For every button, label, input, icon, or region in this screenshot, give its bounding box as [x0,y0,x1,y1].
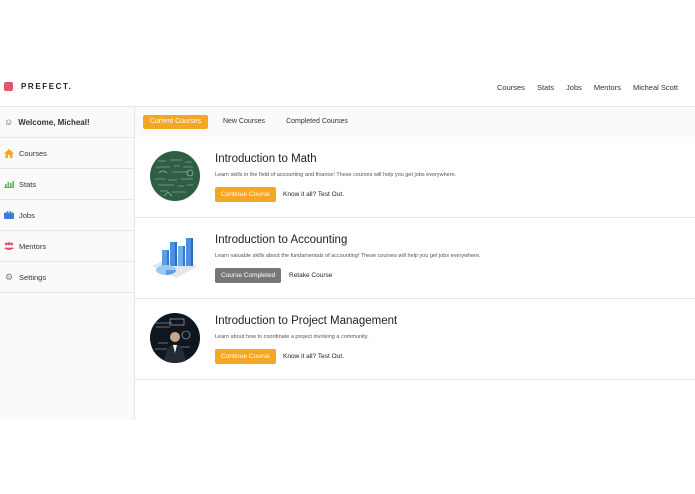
course-title: Introduction to Math [215,153,317,165]
tab-new-courses[interactable]: New Courses [217,115,271,129]
welcome-text: Welcome, Micheal! [18,117,90,127]
course-card-accounting: Introduction to Accounting Learn valuabl… [135,218,695,299]
briefcase-icon [4,210,14,220]
sidebar-welcome: ☺ Welcome, Micheal! [0,107,134,138]
top-nav: Courses Stats Jobs Mentors Micheal Scott [485,83,678,92]
sidebar-item-stats[interactable]: Stats [0,169,134,200]
topnav-jobs-link[interactable]: Jobs [566,83,582,92]
chalkboard-math-image [150,151,200,201]
sidebar-item-label: Courses [19,148,47,158]
brand-logo-icon [4,82,13,91]
topnav-mentors-link[interactable]: Mentors [594,83,621,92]
sidebar-item-label: Stats [19,179,37,189]
bar-chart-icon [4,179,14,189]
course-tabs: Current Courses New Courses Completed Co… [135,107,695,138]
sidebar-item-label: Jobs [19,210,35,220]
course-title: Introduction to Accounting [215,234,348,246]
tab-current-courses[interactable]: Current Courses [143,115,208,129]
sidebar: ☺ Welcome, Micheal! Courses Stats Jobs M… [0,107,135,420]
course-description: Learn about how to coordinate a project … [215,334,369,340]
top-navbar: PREFECT. Courses Stats Jobs Mentors Mich… [0,72,695,107]
sidebar-item-jobs[interactable]: Jobs [0,200,134,231]
brand[interactable]: PREFECT. [4,82,72,91]
retake-course-link[interactable]: Retake Course [289,268,332,283]
test-out-link[interactable]: Know it all? Test Out. [283,187,344,202]
sidebar-item-label: Mentors [19,241,47,251]
home-icon [4,148,14,158]
sidebar-item-label: Settings [19,272,47,282]
course-completed-button[interactable]: Course Completed [215,268,282,283]
topnav-courses-link[interactable]: Courses [497,83,525,92]
3d-chart-image [150,232,200,282]
sidebar-item-settings[interactable]: ⚙ Settings [0,262,134,293]
course-card-math: Introduction to Math Learn skills in the… [135,137,695,218]
course-description: Learn skills in the field of accounting … [215,172,457,178]
sidebar-item-mentors[interactable]: Mentors [0,231,134,262]
topnav-stats-link[interactable]: Stats [537,83,554,92]
brand-name: PREFECT. [21,82,73,91]
course-description: Learn valuable skills about the fundamen… [215,253,481,259]
tab-completed-courses[interactable]: Completed Courses [281,115,353,129]
course-title: Introduction to Project Management [215,315,398,327]
test-out-link[interactable]: Know it all? Test Out. [283,349,344,364]
smile-icon: ☺ [4,117,14,127]
sidebar-item-courses[interactable]: Courses [0,138,134,169]
project-management-image [150,313,200,363]
continue-course-button[interactable]: Continue Course [215,349,276,364]
gear-icon: ⚙ [4,271,14,282]
continue-course-button[interactable]: Continue Course [215,187,276,202]
course-card-project-management: Introduction to Project Management Learn… [135,299,695,380]
users-icon [4,241,14,251]
topnav-user-link[interactable]: Micheal Scott [633,83,678,92]
